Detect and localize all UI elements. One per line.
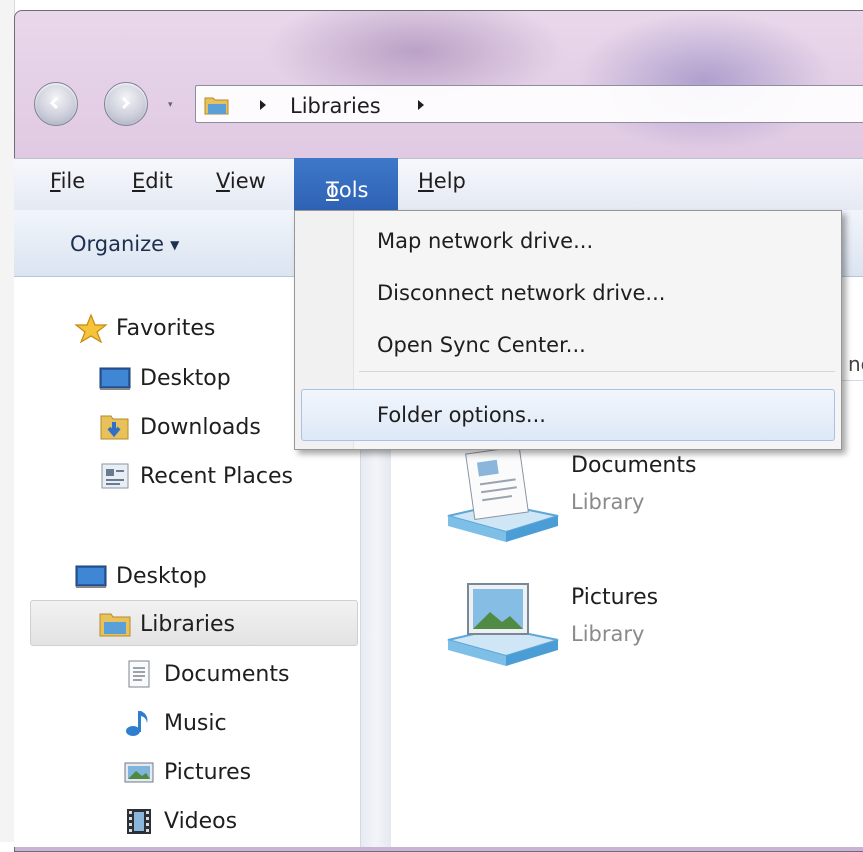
menu-item-disconnect-network-drive[interactable]: Disconnect network drive...: [377, 281, 665, 305]
library-pictures[interactable]: Pictures Library: [440, 578, 840, 698]
nav-favorites-desktop[interactable]: Desktop: [98, 358, 231, 398]
library-name: Documents: [571, 453, 697, 478]
library-documents[interactable]: Documents Library: [440, 446, 840, 566]
aero-glass-background: [575, 11, 835, 151]
menu-separator: [359, 371, 835, 372]
menu-item-folder-options[interactable]: Folder options...: [377, 403, 546, 427]
downloads-icon: [98, 412, 132, 442]
desktop-icon: [98, 363, 132, 393]
music-icon: [122, 708, 156, 738]
breadcrumb-libraries[interactable]: Libraries: [290, 94, 381, 118]
documents-icon: [122, 659, 156, 689]
library-name: Pictures: [571, 585, 659, 610]
organize-button[interactable]: Organize ▼: [70, 232, 179, 256]
menu-item-open-sync-center[interactable]: Open Sync Center...: [377, 333, 586, 357]
menu-help[interactable]: Help: [418, 169, 466, 193]
nav-favorites[interactable]: Favorites: [74, 308, 215, 348]
nav-libraries[interactable]: Libraries: [98, 604, 235, 644]
menu-bar: File Edit View Help: [14, 158, 863, 211]
menu-tools[interactable]: Tools: [294, 158, 398, 210]
star-icon: [74, 313, 108, 344]
back-arrow-icon: [49, 96, 59, 110]
nav-favorites-recent-places[interactable]: Recent Places: [98, 456, 293, 496]
tools-dropdown-menu: Map network drive... Disconnect network …: [294, 210, 842, 450]
nav-libraries-music[interactable]: Music: [122, 703, 227, 743]
documents-library-icon: [447, 446, 559, 542]
forward-arrow-icon: [121, 96, 131, 110]
breadcrumb-arrow-icon[interactable]: [416, 98, 426, 112]
nav-libraries-documents[interactable]: Documents: [122, 654, 289, 694]
address-bar[interactable]: Libraries: [195, 85, 863, 123]
content-header-partial-text: nc: [848, 352, 863, 376]
breadcrumb-arrow-icon[interactable]: [258, 98, 268, 112]
pictures-icon: [122, 757, 156, 787]
videos-icon: [122, 806, 156, 836]
forward-button[interactable]: [104, 82, 148, 126]
menu-file[interactable]: File: [50, 169, 85, 193]
pictures-library-icon: [447, 583, 559, 666]
nav-libraries-videos[interactable]: Videos: [122, 801, 237, 841]
library-type: Library: [571, 490, 645, 514]
libraries-folder-icon: [98, 609, 132, 639]
library-type: Library: [571, 622, 645, 646]
menu-item-map-network-drive[interactable]: Map network drive...: [377, 229, 593, 253]
nav-favorites-downloads[interactable]: Downloads: [98, 407, 261, 447]
libraries-folder-icon: [204, 97, 229, 115]
recent-pages-dropdown[interactable]: ▾: [168, 100, 182, 114]
nav-libraries-pictures[interactable]: Pictures: [122, 752, 251, 792]
desktop-icon: [74, 561, 108, 591]
menu-view[interactable]: View: [216, 169, 266, 193]
back-button[interactable]: [34, 82, 78, 126]
menu-edit[interactable]: Edit: [132, 169, 173, 193]
nav-desktop[interactable]: Desktop: [74, 556, 207, 596]
recent-places-icon: [98, 461, 132, 491]
background-window-edge: [0, 0, 15, 842]
